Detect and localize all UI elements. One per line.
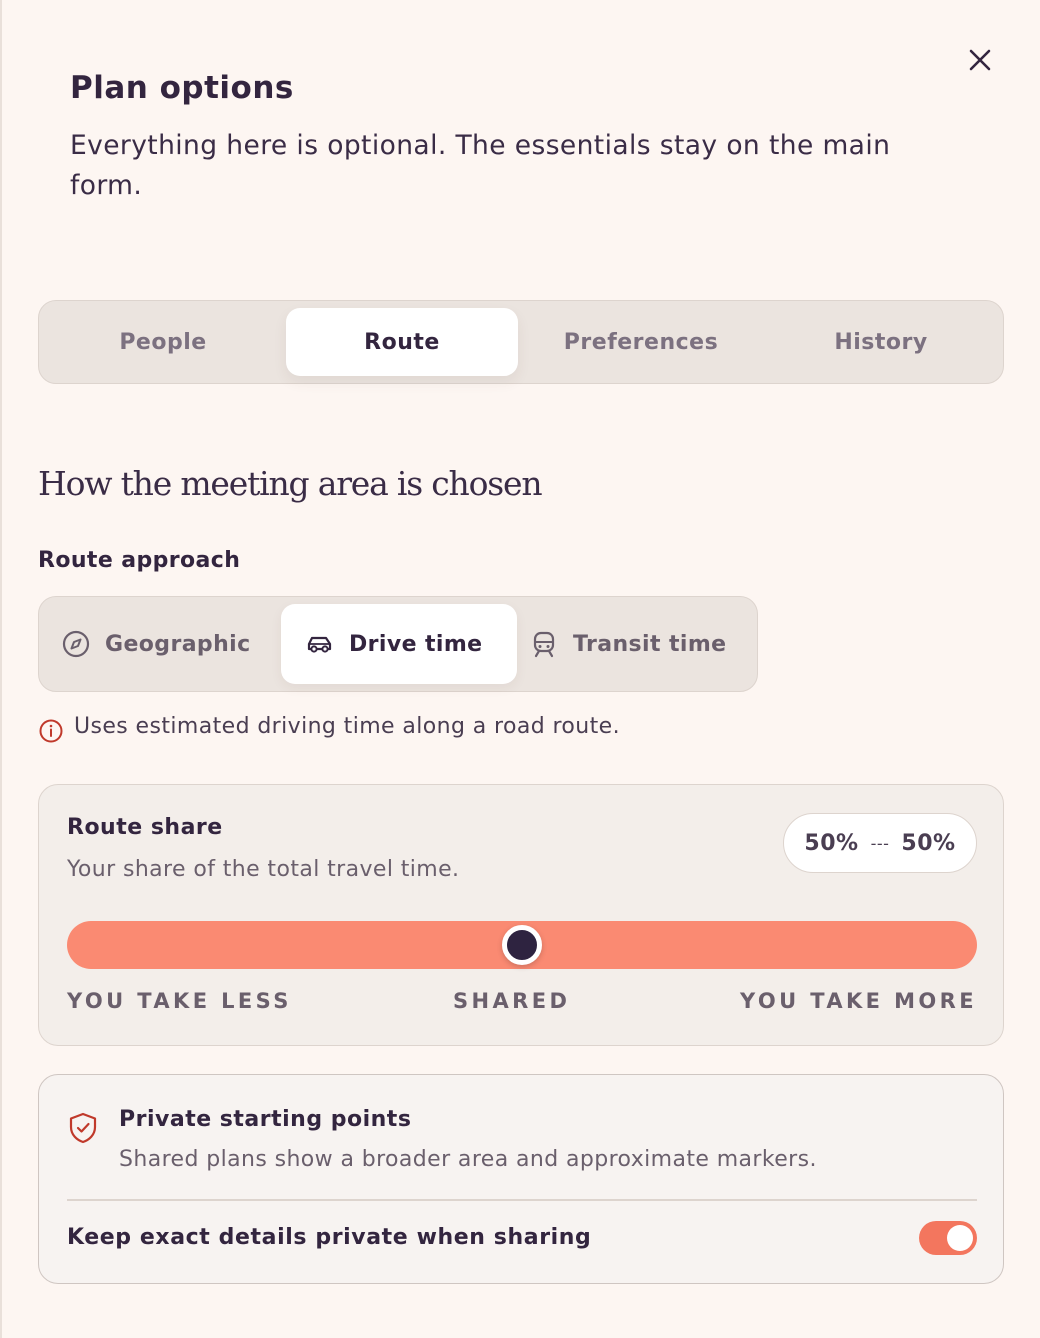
route-share-card: Route share Your share of the total trav…	[38, 784, 1004, 1046]
your-share-value: 50%	[804, 830, 859, 856]
tab-people[interactable]: People	[45, 308, 281, 376]
approach-transit-time[interactable]: Transit time	[529, 604, 755, 684]
approach-transit-time-label: Transit time	[573, 631, 727, 657]
shield-check-icon	[69, 1112, 97, 1144]
private-toggle-label: Keep exact details private when sharing	[67, 1225, 592, 1250]
compass-icon	[61, 629, 91, 659]
approach-drive-time[interactable]: Drive time	[281, 604, 517, 684]
tab-preferences[interactable]: Preferences	[523, 308, 759, 376]
dialog-title: Plan options	[70, 70, 294, 106]
close-button[interactable]	[962, 42, 998, 78]
divider	[67, 1199, 977, 1201]
tab-route[interactable]: Route	[286, 308, 518, 376]
car-icon	[305, 629, 335, 659]
route-approach-label: Route approach	[38, 548, 241, 573]
dialog-subtitle: Everything here is optional. The essenti…	[70, 130, 891, 201]
tab-bar: People Route Preferences History	[38, 300, 1004, 384]
train-icon	[529, 629, 559, 659]
close-icon	[969, 49, 991, 71]
route-share-slider-thumb[interactable]	[502, 925, 542, 965]
panel-edge	[0, 0, 2, 1338]
scale-label-less: YOU TAKE LESS	[67, 989, 292, 1013]
route-share-subtitle: Your share of the total travel time.	[67, 857, 460, 882]
other-share-value: 50%	[901, 830, 956, 856]
section-heading: How the meeting area is chosen	[38, 464, 543, 503]
info-icon	[39, 719, 63, 743]
privacy-subtitle: Shared plans show a broader area and app…	[119, 1147, 817, 1172]
privacy-card: Private starting points Shared plans sho…	[38, 1074, 1004, 1284]
route-share-slider[interactable]	[67, 921, 977, 969]
route-approach-selector: Geographic Drive time Transit time	[38, 596, 758, 692]
scale-label-shared: SHARED	[453, 989, 571, 1013]
private-details-toggle[interactable]	[919, 1221, 977, 1255]
approach-geographic-label: Geographic	[105, 631, 251, 657]
privacy-title: Private starting points	[119, 1107, 412, 1132]
approach-info-text: Uses estimated driving time along a road…	[74, 713, 620, 739]
tab-history[interactable]: History	[763, 308, 999, 376]
toggle-knob	[947, 1225, 973, 1251]
share-separator: ---	[870, 833, 890, 853]
approach-geographic[interactable]: Geographic	[61, 604, 281, 684]
route-share-title: Route share	[67, 815, 223, 840]
route-share-value-badge: 50% --- 50%	[783, 813, 977, 873]
approach-info: Uses estimated driving time along a road…	[38, 708, 620, 744]
approach-drive-time-label: Drive time	[349, 631, 483, 657]
scale-label-more: YOU TAKE MORE	[739, 989, 977, 1013]
